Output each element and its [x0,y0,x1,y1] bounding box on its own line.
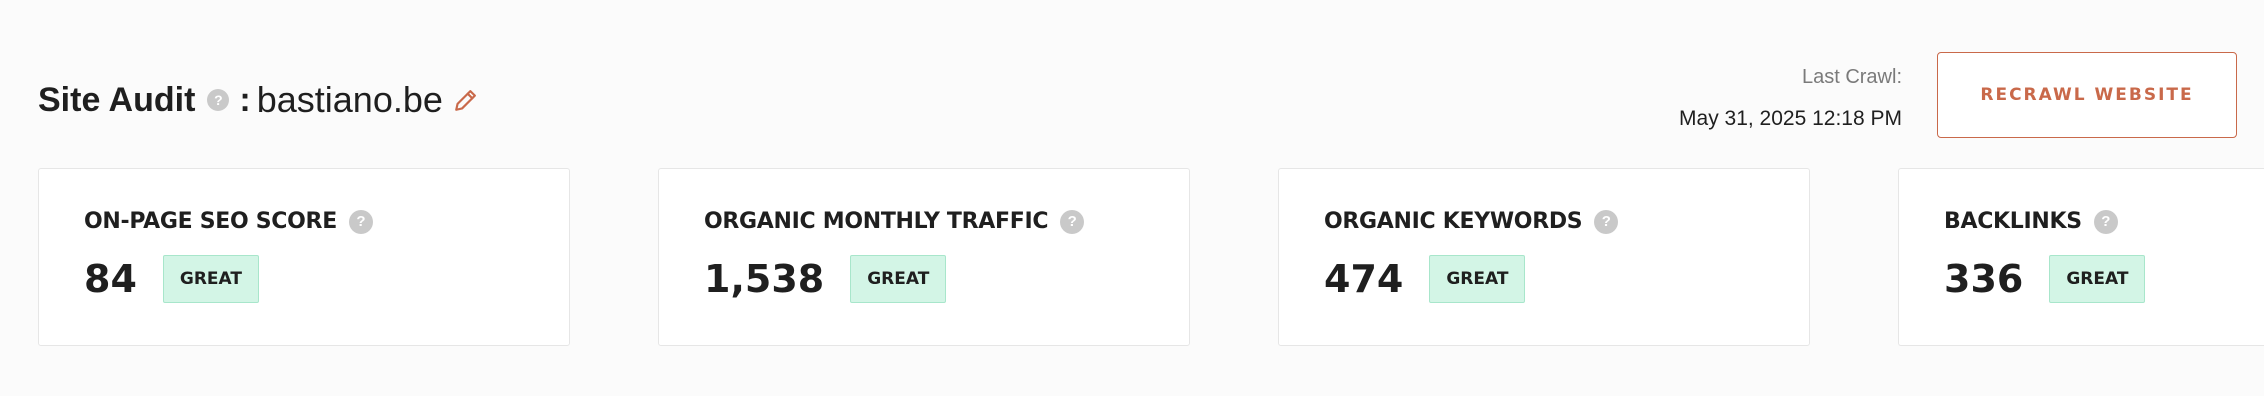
metric-label: ORGANIC MONTHLY TRAFFIC [704,209,1049,234]
status-badge: GREAT [162,255,259,303]
title-separator: : [239,80,251,119]
help-icon[interactable]: ? [348,209,373,234]
status-badge: GREAT [850,255,947,303]
help-icon[interactable]: ? [207,89,230,111]
metric-label: ON-PAGE SEO SCORE [84,209,337,234]
metric-value: 1,538 [704,257,825,301]
metric-card-organic-traffic: ORGANIC MONTHLY TRAFFIC ? 1,538 GREAT [658,168,1190,346]
metric-value: 474 [1324,257,1404,301]
metric-label: BACKLINKS [1944,209,2082,234]
metric-card-body: 336 GREAT [1944,255,2146,303]
metric-value: 336 [1944,257,2024,301]
metric-card-body: 474 GREAT [1324,255,1526,303]
metric-value: 84 [84,257,137,301]
metric-card-body: 1,538 GREAT [704,255,947,303]
help-icon[interactable]: ? [1594,209,1619,234]
status-badge: GREAT [1429,255,1526,303]
recrawl-website-button[interactable]: RECRAWL WEBSITE [1937,52,2237,138]
help-icon[interactable]: ? [1060,209,1085,234]
metric-card-header: ORGANIC MONTHLY TRAFFIC ? [704,209,1085,234]
last-crawl-timestamp: May 31, 2025 12:18 PM [1679,107,1902,130]
page: Site Audit ? : bastiano.be Last Crawl: M… [0,0,2264,396]
metric-card-body: 84 GREAT [84,255,259,303]
pencil-icon[interactable] [453,87,479,113]
site-audit-header: Site Audit ? : bastiano.be [38,70,479,130]
last-crawl-label: Last Crawl: [1801,66,1902,88]
page-title: Site Audit [38,80,196,119]
site-domain: bastiano.be [256,79,443,120]
metric-card-organic-keywords: ORGANIC KEYWORDS ? 474 GREAT [1278,168,1810,346]
metric-label: ORGANIC KEYWORDS [1324,209,1583,234]
metric-card-header: BACKLINKS ? [1944,209,2118,234]
metric-card-header: ON-PAGE SEO SCORE ? [84,209,373,234]
metric-card-backlinks: BACKLINKS ? 336 GREAT [1898,168,2264,346]
help-icon[interactable]: ? [2093,209,2118,234]
last-crawl: Last Crawl: May 31, 2025 12:18 PM [1679,66,1902,131]
metric-card-seo-score: ON-PAGE SEO SCORE ? 84 GREAT [38,168,570,346]
metric-card-header: ORGANIC KEYWORDS ? [1324,209,1619,234]
status-badge: GREAT [2049,255,2146,303]
